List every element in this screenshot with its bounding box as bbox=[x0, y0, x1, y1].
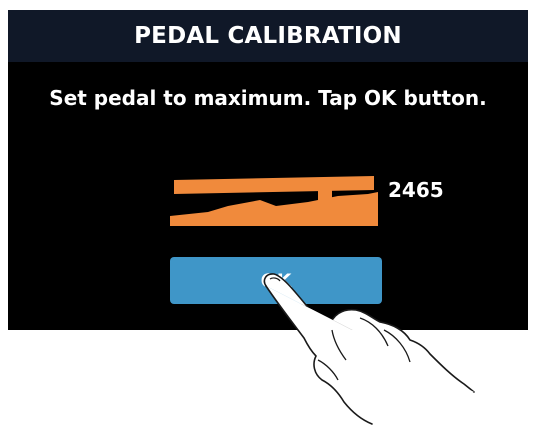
calibration-screen: PEDAL CALIBRATION Set pedal to maximum. … bbox=[8, 10, 528, 330]
instruction-text: Set pedal to maximum. Tap OK button. bbox=[49, 86, 487, 110]
ok-button-label: OK bbox=[260, 269, 292, 292]
title-bar: PEDAL CALIBRATION bbox=[8, 10, 528, 62]
pedal-value: 2465 bbox=[388, 178, 444, 202]
ok-button[interactable]: OK bbox=[170, 257, 382, 304]
page-title: PEDAL CALIBRATION bbox=[134, 23, 402, 49]
expression-pedal-icon bbox=[170, 176, 378, 226]
